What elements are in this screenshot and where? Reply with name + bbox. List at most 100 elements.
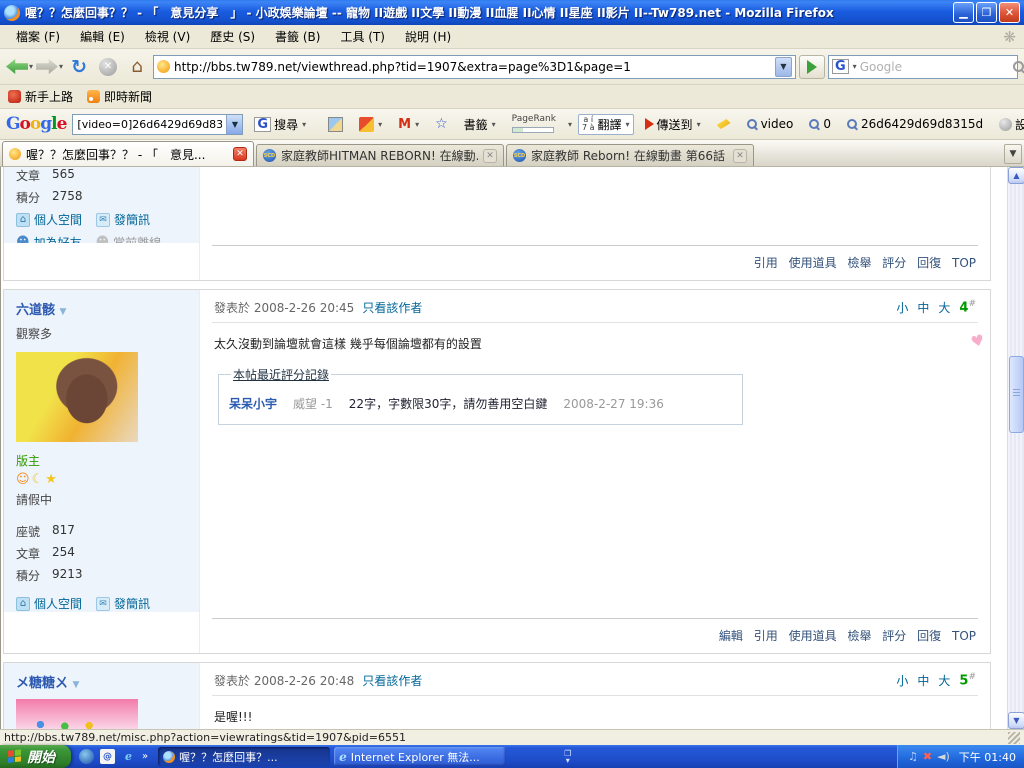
toolbar-settings-button[interactable]: 設定 [994, 113, 1024, 136]
font-medium-link[interactable]: 中 [917, 672, 929, 689]
globe-launcher-icon[interactable] [79, 749, 94, 764]
combo-dropdown-icon[interactable]: ▼ [226, 115, 242, 134]
resize-grip[interactable] [1008, 732, 1020, 744]
gmail-button[interactable]: M▾ [393, 114, 424, 135]
close-button[interactable]: ✕ [999, 2, 1020, 23]
bookmark-latest-news[interactable]: 即時新聞 [87, 88, 152, 105]
translate-button[interactable]: a í7 à翻譯▾ [578, 114, 634, 135]
app-launcher-icon[interactable]: @ [100, 749, 115, 764]
search-input[interactable] [860, 60, 1010, 74]
font-small-link[interactable]: 小 [896, 672, 908, 689]
deskband-handle[interactable]: ❐▾ [564, 750, 571, 764]
url-input[interactable] [174, 60, 771, 74]
font-large-link[interactable]: 大 [938, 672, 950, 689]
stop-button[interactable]: ✕ [95, 54, 121, 80]
tab-list-button[interactable]: ▼ [1004, 144, 1022, 164]
bookmark-star-button[interactable]: ☆ [430, 113, 453, 135]
ie-launcher-icon[interactable]: e [121, 749, 136, 764]
forward-button[interactable]: ▾ [36, 54, 63, 80]
scroll-down-button[interactable]: ▼ [1008, 712, 1024, 729]
profile-space-link[interactable]: 個人空間 [16, 595, 82, 612]
google-engine-icon[interactable]: G [832, 59, 849, 74]
term-button-hash[interactable]: 26d6429d69d8315d [842, 114, 988, 134]
tab-close-icon[interactable]: ✕ [733, 149, 747, 163]
term-button-video[interactable]: video [742, 114, 799, 134]
scrollbar-thumb[interactable] [1009, 356, 1024, 433]
bookmark-getting-started[interactable]: 新手上路 [8, 88, 73, 105]
vertical-scrollbar[interactable]: ▲ ▼ [1007, 167, 1024, 729]
search-magnifier-icon[interactable] [1013, 61, 1024, 73]
username-link[interactable]: メ糖糖ㄨ ▼ [16, 669, 187, 696]
edit-link[interactable]: 編輯 [719, 629, 743, 643]
font-medium-link[interactable]: 中 [917, 299, 929, 316]
avatar-image[interactable] [16, 699, 138, 729]
google-search-input[interactable] [73, 118, 226, 131]
search-box[interactable]: G ▾ [828, 55, 1018, 79]
gbookmarks-button[interactable]: 書籤▾ [459, 113, 501, 136]
profile-space-link[interactable]: 個人空間 [16, 211, 82, 228]
report-link[interactable]: 檢舉 [847, 256, 871, 270]
highlighter-button[interactable] [712, 116, 736, 132]
quote-link[interactable]: 引用 [754, 629, 778, 643]
tab-thread[interactable]: 喔？？怎麼回事？？ - 「 意見... ✕ [2, 141, 254, 166]
scroll-up-button[interactable]: ▲ [1008, 167, 1024, 184]
network-error-tray-icon[interactable]: ✖ [923, 750, 932, 763]
rate-link[interactable]: 評分 [882, 256, 906, 270]
font-small-link[interactable]: 小 [896, 299, 908, 316]
url-dropdown-button[interactable]: ▼ [775, 57, 792, 77]
tab-reborn-2[interactable]: SCD 家庭教師 Reborn! 在線動畫 第66話 -... ✕ [506, 144, 754, 166]
tab-close-icon[interactable]: ✕ [483, 149, 497, 163]
menu-help[interactable]: 說明 (H) [395, 25, 461, 48]
minimize-button[interactable]: ▁ [953, 2, 974, 23]
font-large-link[interactable]: 大 [938, 299, 950, 316]
back-button[interactable]: ▾ [6, 54, 33, 80]
floor-number[interactable]: 4# [959, 299, 976, 315]
menu-view[interactable]: 檢視 (V) [135, 25, 200, 48]
only-author-link[interactable]: 只看該作者 [362, 299, 422, 316]
reply-link[interactable]: 回復 [917, 629, 941, 643]
taskbar-clock[interactable]: 下午 01:40 [959, 749, 1016, 765]
pagerank-widget[interactable]: PageRank [507, 112, 561, 136]
floor-number[interactable]: 5# [959, 672, 976, 688]
top-link[interactable]: TOP [952, 256, 976, 270]
username-dropdown-icon[interactable]: ▼ [60, 307, 67, 317]
use-item-link[interactable]: 使用道具 [789, 256, 837, 270]
menu-tools[interactable]: 工具 (T) [330, 25, 395, 48]
avatar-image[interactable] [16, 352, 138, 442]
desktop-button[interactable]: ▾ [354, 114, 387, 135]
reload-button[interactable]: ↻ [66, 54, 92, 80]
term-button-0[interactable]: 0 [804, 114, 836, 134]
tab-close-icon[interactable]: ✕ [233, 147, 247, 161]
quicklaunch-overflow-icon[interactable]: » [142, 751, 148, 762]
media-tray-icon[interactable]: ♫ [908, 750, 918, 763]
menu-file[interactable]: 檔案 (F) [6, 25, 70, 48]
photos-button[interactable] [323, 114, 348, 135]
engine-dropdown-icon[interactable]: ▾ [853, 62, 857, 71]
task-ie[interactable]: e Internet Explorer 無法... [334, 747, 506, 766]
window-titlebar[interactable]: 喔？？怎麼回事？？ - 「 意見分享 」 - 小政娛樂論壇 -- 寵物 II遊戲… [0, 0, 1024, 25]
task-firefox[interactable]: 喔？？怎麼回事？... [158, 747, 330, 766]
url-bar[interactable]: ▼ [153, 55, 796, 79]
add-friend-link[interactable]: 加為好友 [16, 234, 82, 243]
username-link[interactable]: 六道骸 ▼ [16, 296, 187, 323]
reply-link[interactable]: 回復 [917, 256, 941, 270]
send-message-link[interactable]: 發簡訊 [96, 595, 150, 612]
use-item-link[interactable]: 使用道具 [789, 629, 837, 643]
menu-bookmarks[interactable]: 書籤 (B) [265, 25, 330, 48]
menu-edit[interactable]: 編輯 (E) [70, 25, 135, 48]
only-author-link[interactable]: 只看該作者 [362, 672, 422, 689]
quote-link[interactable]: 引用 [754, 256, 778, 270]
start-button[interactable]: 開始 [0, 745, 71, 768]
report-link[interactable]: 檢舉 [847, 629, 871, 643]
send-message-link[interactable]: 發簡訊 [96, 211, 150, 228]
username-dropdown-icon[interactable]: ▼ [73, 680, 80, 690]
home-button[interactable]: ⌂ [124, 54, 150, 80]
restore-button[interactable]: ❐ [976, 2, 997, 23]
top-link[interactable]: TOP [952, 629, 976, 643]
menu-history[interactable]: 歷史 (S) [200, 25, 265, 48]
rating-user-link[interactable]: 呆呆小宇 [229, 395, 277, 412]
volume-tray-icon[interactable]: ◄) [937, 750, 950, 763]
rate-link[interactable]: 評分 [882, 629, 906, 643]
go-button[interactable] [799, 55, 825, 79]
google-search-combo[interactable]: ▼ [72, 114, 243, 135]
